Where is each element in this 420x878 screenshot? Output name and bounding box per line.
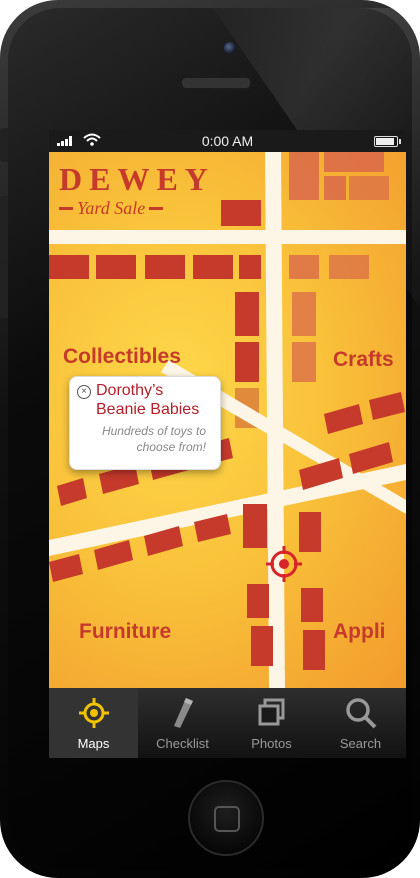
tab-maps[interactable]: Maps — [49, 688, 138, 758]
logo-title: DEWEY — [59, 161, 215, 197]
tab-label: Checklist — [156, 736, 209, 751]
logo-subtitle-row: Yard Sale — [59, 198, 229, 219]
front-camera — [224, 42, 236, 54]
tab-label: Photos — [251, 736, 292, 751]
earpiece-speaker — [180, 76, 252, 90]
close-icon[interactable]: × — [77, 385, 91, 399]
district-appliances[interactable]: Appli — [333, 620, 386, 644]
volume-down-button — [0, 264, 8, 318]
callout-description: Hundreds of toys to choose from! — [101, 424, 206, 454]
pencil-icon — [173, 698, 193, 728]
district-crafts[interactable]: Crafts — [333, 348, 394, 372]
callout-title[interactable]: Dorothy’s Beanie Babies — [96, 381, 216, 419]
status-time: 0:00 AM — [201, 133, 254, 149]
tab-bar: Maps Checklist Photos Search — [49, 688, 406, 758]
dewey-yard-sale-logo: DEWEY Yard Sale — [59, 162, 229, 219]
home-square-icon — [214, 806, 240, 832]
tab-label: Search — [339, 736, 382, 751]
tab-search[interactable]: Search — [316, 688, 405, 758]
search-icon — [345, 698, 376, 729]
district-furniture[interactable]: Furniture — [79, 620, 171, 644]
volume-up-button — [0, 196, 8, 250]
target-icon — [78, 698, 109, 728]
location-pin-icon[interactable] — [266, 546, 302, 582]
photos-icon — [258, 698, 284, 726]
district-collectibles[interactable]: Collectibles — [63, 345, 181, 369]
screen: 0:00 AM DEWEY Yard Sale Collectibles Cra… — [49, 130, 406, 758]
mute-switch — [0, 128, 8, 162]
status-bar: 0:00 AM — [49, 130, 406, 152]
home-button[interactable] — [188, 780, 264, 856]
sale-callout[interactable]: × Dorothy’s Beanie Babies Hundreds of to… — [69, 376, 221, 470]
tab-label: Maps — [77, 736, 110, 751]
tab-checklist[interactable]: Checklist — [138, 688, 227, 758]
battery-icon — [374, 136, 401, 147]
logo-subtitle: Yard Sale — [77, 198, 146, 218]
tab-photos[interactable]: Photos — [227, 688, 316, 758]
yard-sale-map[interactable]: DEWEY Yard Sale Collectibles Crafts Furn… — [49, 152, 406, 688]
